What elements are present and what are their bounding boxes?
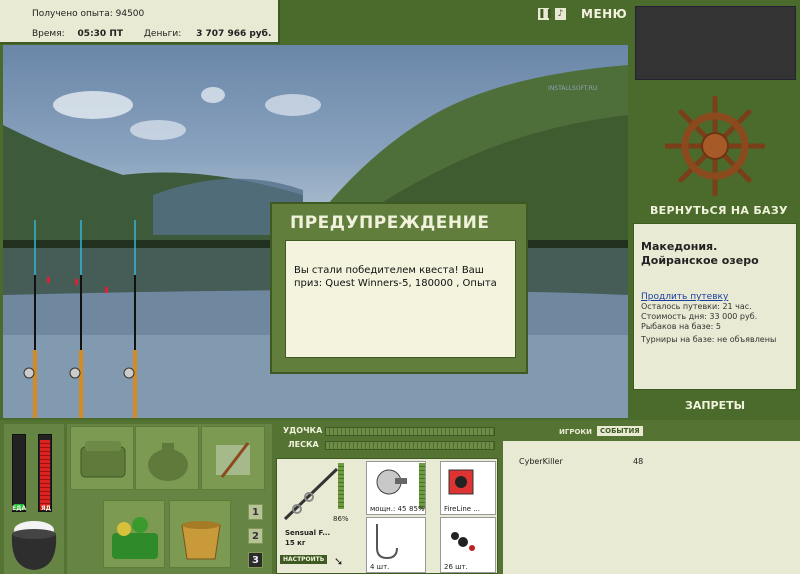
food-gauge bbox=[12, 434, 26, 512]
basket-icon bbox=[112, 517, 158, 559]
exp-row: Получено опыта: 94500 bbox=[32, 9, 144, 19]
chat-window[interactable] bbox=[635, 6, 796, 80]
sound-icon[interactable]: ♪ bbox=[555, 8, 566, 20]
fishing-line-name: FireLine ... bbox=[444, 505, 480, 513]
day-cost: Стоимость дня: 33 000 руб. bbox=[641, 312, 758, 321]
tab-events[interactable]: СОБЫТИЯ bbox=[597, 426, 643, 436]
food-label: ЕДА bbox=[12, 505, 27, 512]
reel-condition-bar bbox=[419, 463, 425, 509]
exp-value: 94500 bbox=[115, 9, 145, 19]
money-label: Деньги: bbox=[143, 29, 182, 39]
rod-image[interactable] bbox=[281, 463, 341, 523]
players-panel: ИГРОКИ СОБЫТИЯ CyberKiller 48 bbox=[503, 423, 800, 574]
time-label: Время: bbox=[32, 29, 65, 39]
line-label: ЛЕСКА bbox=[288, 440, 319, 449]
inventory-page-1[interactable]: 1 bbox=[248, 504, 263, 520]
fishing-rods[interactable] bbox=[15, 215, 155, 418]
time-money-row: Время: 05:30 ПТ Деньги: 3 707 966 руб. bbox=[32, 29, 271, 39]
dialog-message-box: Вы стали победителем квеста! Ваш приз: Q… bbox=[285, 240, 516, 358]
fishers-count: Рыбаков на базе: 5 bbox=[641, 322, 721, 331]
tab-bar: ИГРОКИ СОБЫТИЯ bbox=[503, 423, 800, 441]
hook-count: 4 шт. bbox=[370, 563, 390, 571]
rod-3 bbox=[105, 220, 137, 418]
bag-icon bbox=[148, 443, 188, 481]
dialog-message: Вы стали победителем квеста! Ваш приз: Q… bbox=[294, 265, 497, 289]
bait-bag-slot[interactable] bbox=[135, 426, 199, 490]
bait-ant-icon bbox=[451, 532, 475, 551]
bait-count: 26 шт. bbox=[444, 563, 468, 571]
tackle-box-slot[interactable] bbox=[70, 426, 134, 490]
setup-button[interactable]: НАСТРОИТЬ bbox=[280, 555, 328, 564]
rod-bar bbox=[325, 427, 495, 436]
inventory-panel: 1 2 3 bbox=[67, 424, 272, 574]
pot-icon[interactable] bbox=[8, 516, 60, 572]
tackle-panel: 86% Sensual F... 15 кг НАСТРОИТЬ ➘ мощн.… bbox=[276, 458, 498, 574]
player-value: 48 bbox=[633, 457, 644, 466]
rod-2 bbox=[69, 220, 83, 418]
money-value: 3 707 966 руб. bbox=[196, 29, 272, 39]
warning-dialog[interactable]: ПРЕДУПРЕЖДЕНИЕ Вы стали победителем квес… bbox=[270, 202, 528, 374]
watermark: INSTALLSOFT.RU bbox=[548, 85, 598, 92]
groceries-slot[interactable] bbox=[103, 500, 165, 568]
rod-condition-bar bbox=[338, 463, 344, 509]
poison-label: ЯД bbox=[41, 505, 51, 512]
player-name[interactable]: CyberKiller bbox=[519, 457, 563, 466]
menu-button[interactable]: МЕНЮ bbox=[581, 7, 627, 21]
status-panel: ЕДА ЯД bbox=[4, 424, 64, 574]
tab-players[interactable]: ИГРОКИ bbox=[559, 428, 592, 436]
swap-arrow-icon[interactable]: ➘ bbox=[334, 555, 343, 568]
tools-slot[interactable] bbox=[201, 426, 265, 490]
tackle-box-icon bbox=[80, 441, 126, 478]
reel-percent: 85% bbox=[409, 505, 425, 513]
rod-weight: 15 кг bbox=[285, 539, 306, 547]
reel-icon bbox=[376, 469, 407, 495]
rod-1 bbox=[23, 220, 50, 418]
poison-gauge bbox=[38, 434, 52, 512]
reel-power: мощн.: 45 bbox=[370, 505, 407, 513]
pause-icon[interactable]: ❚❚ bbox=[538, 8, 553, 20]
extend-trip-link[interactable]: Продлить путевку bbox=[641, 292, 789, 302]
time-value: 05:30 ПТ bbox=[77, 29, 123, 39]
bans-button[interactable]: ЗАПРЕТЫ bbox=[685, 399, 745, 412]
inventory-page-3[interactable]: 3 bbox=[248, 552, 263, 568]
tools-icon bbox=[216, 442, 250, 478]
hook-icon bbox=[376, 524, 398, 560]
rod-percent: 86% bbox=[333, 515, 349, 523]
hud-panel: Получено опыта: 94500 Время: 05:30 ПТ Де… bbox=[0, 0, 280, 44]
return-to-base-button[interactable]: ВЕРНУТЬСЯ НА БАЗУ bbox=[650, 204, 788, 217]
location-title: Македония. Дойранское озеро bbox=[641, 240, 759, 267]
bucket-icon bbox=[181, 521, 221, 560]
bucket-slot[interactable] bbox=[169, 500, 231, 568]
inventory-page-2[interactable]: 2 bbox=[248, 528, 263, 544]
dialog-title: ПРЕДУПРЕЖДЕНИЕ bbox=[290, 213, 490, 233]
rod-name: Sensual F... bbox=[285, 529, 331, 537]
line-bar bbox=[325, 441, 495, 450]
location-panel: Македония. Дойранское озеро Продлить пут… bbox=[633, 223, 797, 390]
line-spool-icon bbox=[448, 469, 474, 495]
exp-label: Получено опыта: bbox=[32, 9, 113, 19]
trip-remaining: Осталось путевки: 21 час. bbox=[641, 302, 752, 311]
tournaments-info: Турниры на базе: не объявлены bbox=[641, 335, 777, 344]
rod-label: УДОЧКА bbox=[283, 426, 323, 435]
ship-wheel-icon[interactable] bbox=[665, 96, 765, 196]
